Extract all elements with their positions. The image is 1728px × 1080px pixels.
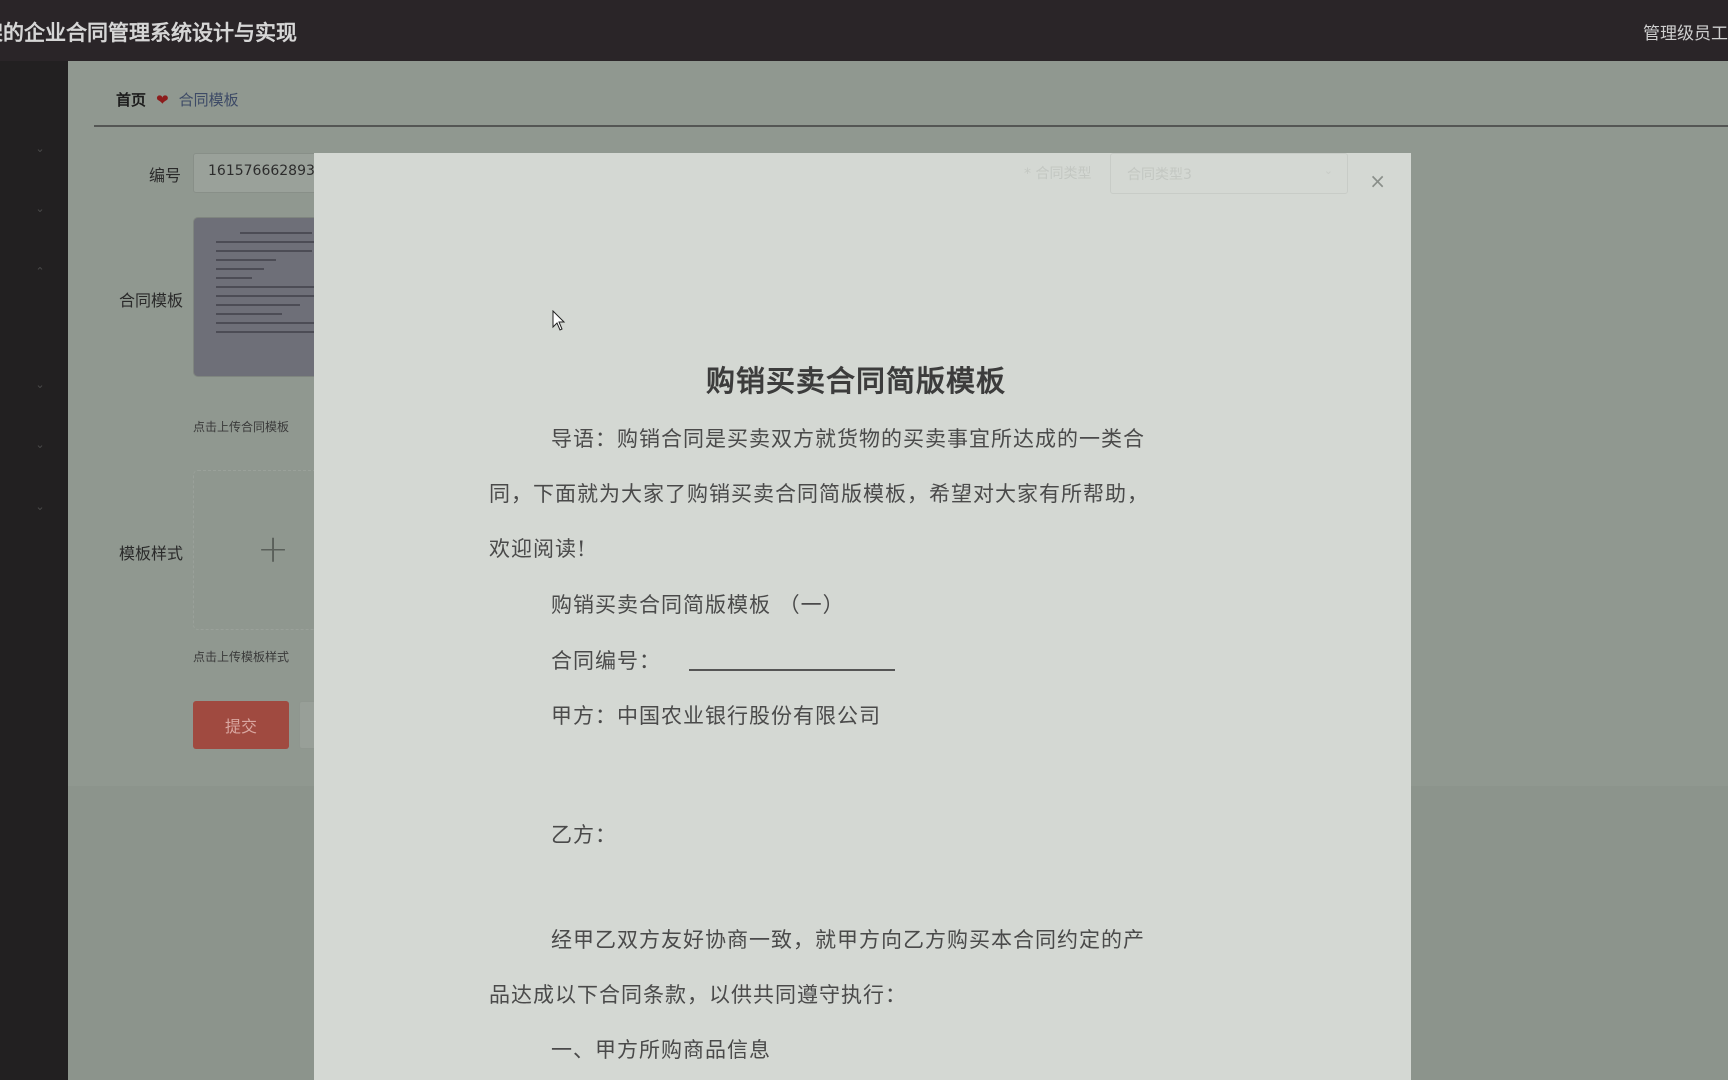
breadcrumb-divider xyxy=(94,125,1728,127)
doc-contract-no: 合同编号： xyxy=(551,649,661,673)
doc-section-1: 一、甲方所购商品信息 xyxy=(551,1038,771,1062)
breadcrumb-home[interactable]: 首页 xyxy=(116,89,146,110)
heart-icon: ❤ xyxy=(156,90,169,109)
chevron-down-icon[interactable]: ⌄ xyxy=(34,143,46,155)
doc-agree-1: 经甲乙双方友好协商一致，就甲方向乙方购买本合同约定的产 xyxy=(551,928,1145,952)
user-menu[interactable]: 管理级员工 xyxy=(1643,19,1728,44)
document-preview: 购销买卖合同简版模板 导语：购销合同是买卖双方就货物的买卖事宜所达成的一类合 同… xyxy=(314,153,1411,1080)
doc-sub-heading: 购销买卖合同简版模板 （一） xyxy=(551,593,845,617)
doc-intro-2: 同，下面就为大家了购销买卖合同简版模板，希望对大家有所帮助， xyxy=(489,482,1149,506)
doc-party-a: 甲方：中国农业银行股份有限公司 xyxy=(551,704,881,728)
mouse-pointer-icon xyxy=(552,310,566,331)
doc-heading: 购销买卖合同简版模板 xyxy=(706,364,1007,398)
number-label: 编号 xyxy=(149,166,182,185)
chevron-up-icon[interactable]: ⌃ xyxy=(34,266,46,278)
template-preview-modal: * 合同类型 合同类型3 ⌄ × 购销买卖合同简版模板 导语：购销合同是买卖双方… xyxy=(314,153,1411,1080)
doc-agree-2: 品达成以下合同条款，以供共同遵守执行： xyxy=(489,983,907,1007)
sidebar: ⌄ ⌄ ⌃ ⌄ ⌄ ⌄ xyxy=(0,61,68,1080)
doc-party-b: 乙方： xyxy=(551,823,617,847)
template-hint: 点击上传合同模板 xyxy=(193,420,290,434)
chevron-down-icon[interactable]: ⌄ xyxy=(34,379,46,391)
chevron-down-icon[interactable]: ⌄ xyxy=(34,439,46,451)
style-hint: 点击上传模板样式 xyxy=(193,650,290,664)
plus-icon: + xyxy=(257,527,289,572)
chevron-down-icon[interactable]: ⌄ xyxy=(34,501,46,513)
doc-intro-3: 欢迎阅读! xyxy=(489,537,587,561)
top-bar: 架的企业合同管理系统设计与实现 管理级员工 xyxy=(0,0,1728,61)
contract-no-blank xyxy=(689,669,895,671)
doc-intro-1: 导语：购销合同是买卖双方就货物的买卖事宜所达成的一类合 xyxy=(551,427,1145,451)
submit-button[interactable]: 提交 xyxy=(193,701,289,749)
template-label: 合同模板 xyxy=(119,291,184,310)
style-label: 模板样式 xyxy=(119,544,184,563)
breadcrumb: 首页 ❤ 合同模板 xyxy=(116,89,239,110)
app-title: 架的企业合同管理系统设计与实现 xyxy=(0,21,297,45)
breadcrumb-current: 合同模板 xyxy=(178,91,239,109)
chevron-down-icon[interactable]: ⌄ xyxy=(34,203,46,215)
